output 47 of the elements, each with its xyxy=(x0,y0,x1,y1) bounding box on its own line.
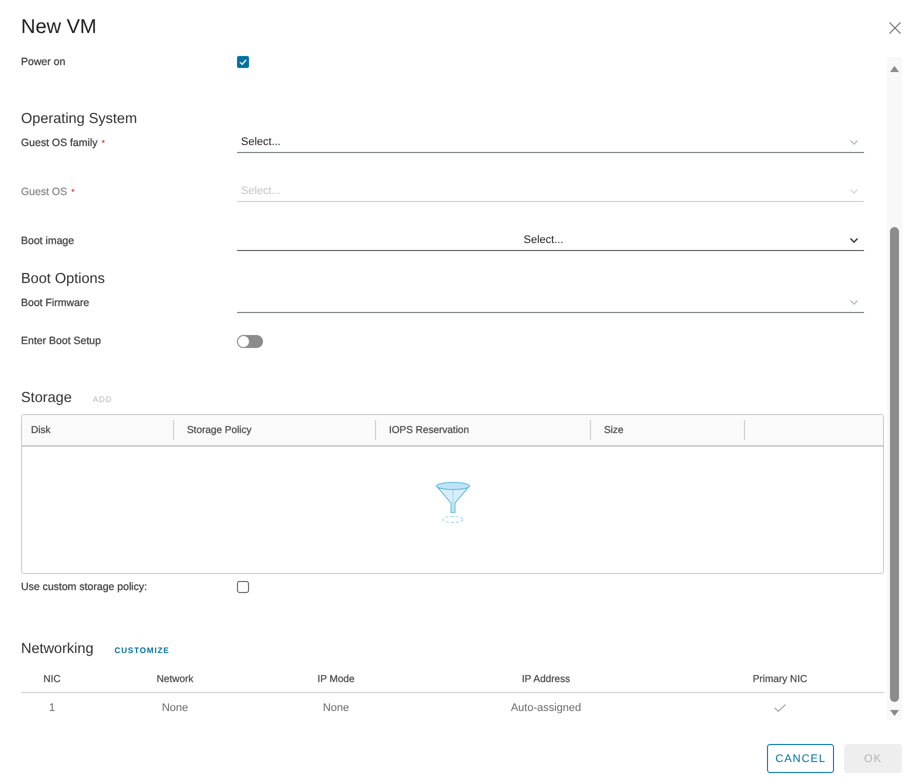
text-link[interactable]: CUSTOMIZE xyxy=(114,646,170,655)
checkbox[interactable] xyxy=(237,581,249,593)
checkbox[interactable] xyxy=(237,56,249,68)
column-header[interactable]: NIC xyxy=(43,674,61,685)
column-header[interactable]: Storage Policy xyxy=(187,424,252,436)
dialog-title: New VM xyxy=(21,15,97,39)
dropdown-field: Select... xyxy=(237,181,864,202)
field-label: Use custom storage policy: xyxy=(21,580,148,594)
cancel-button[interactable]: CANCEL xyxy=(767,744,834,773)
section-title: Networking xyxy=(21,640,94,658)
chevron-down-icon xyxy=(850,300,858,304)
column-header[interactable]: Network xyxy=(156,674,194,685)
field-label: Boot image xyxy=(21,234,74,248)
dropdown-field[interactable]: Select... xyxy=(237,230,864,251)
table-cell: None xyxy=(162,702,188,714)
field-label: Boot Firmware xyxy=(21,296,90,310)
required-marker: * xyxy=(101,138,105,148)
funnel-icon xyxy=(434,481,470,525)
column-header[interactable]: IP Address xyxy=(522,674,570,685)
scroll-up-icon[interactable] xyxy=(890,66,899,72)
dropdown-field[interactable]: Select... xyxy=(237,132,864,153)
column-header[interactable]: Primary NIC xyxy=(752,674,808,685)
scrollbar-thumb[interactable] xyxy=(890,227,899,702)
chevron-down-icon xyxy=(850,140,858,144)
table-cell: None xyxy=(322,702,350,714)
table-cell: Auto-assigned xyxy=(510,702,582,714)
column-header[interactable]: IOPS Reservation xyxy=(389,424,470,436)
column-header[interactable]: Size xyxy=(604,424,624,436)
text-link: ADD xyxy=(92,395,112,404)
section-title: Operating System xyxy=(21,110,138,128)
chevron-down-icon xyxy=(850,238,858,242)
toggle-switch[interactable] xyxy=(237,334,263,348)
section-title: Storage xyxy=(21,389,72,407)
scrollbar[interactable] xyxy=(887,57,902,720)
scroll-down-icon[interactable] xyxy=(890,710,899,716)
chevron-down-icon xyxy=(850,188,858,194)
required-marker: * xyxy=(71,186,75,196)
field-label: Enter Boot Setup xyxy=(21,334,101,348)
table-cell: 1 xyxy=(48,702,56,714)
field-label: Guest OS xyxy=(21,184,68,198)
close-icon[interactable] xyxy=(889,22,901,34)
section-title: Boot Options xyxy=(21,270,105,288)
ok-button: OK xyxy=(844,744,902,773)
column-header[interactable]: Disk xyxy=(31,424,50,436)
column-header[interactable]: IP Mode xyxy=(317,674,355,685)
field-label: Guest OS family xyxy=(21,136,98,150)
field-label: Power on xyxy=(21,55,66,69)
